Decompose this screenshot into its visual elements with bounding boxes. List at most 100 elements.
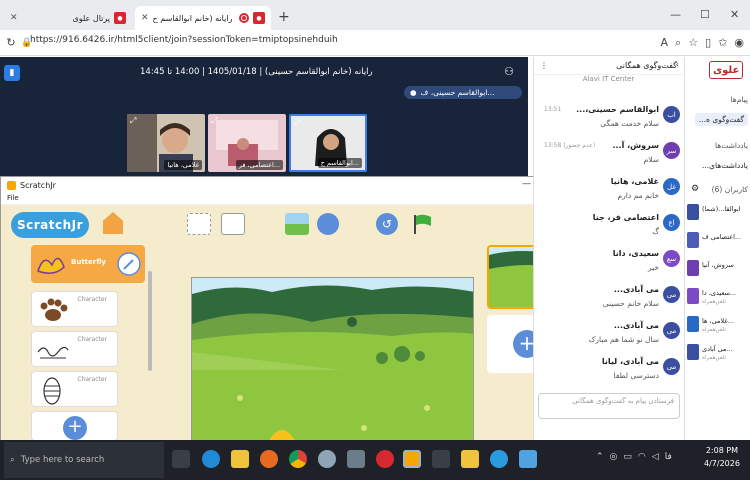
expand-icon[interactable]: ⤢ xyxy=(130,116,136,126)
message-text: سال نو شما هم مبارک xyxy=(588,335,659,344)
cocoon-icon xyxy=(43,377,61,405)
read-aloud-icon[interactable]: A xyxy=(661,36,669,50)
refresh-icon[interactable]: ↻ xyxy=(4,36,18,49)
tab-meeting[interactable]: ✕ علوی - رایانه (خانم ابوالقاسم ح... ● xyxy=(135,6,271,30)
tab-portal[interactable]: ✕ پرتال علوی ● xyxy=(4,6,132,30)
tab-title: پرتال علوی xyxy=(72,13,110,23)
camera-icon[interactable] xyxy=(432,450,450,468)
add-text-icon[interactable] xyxy=(317,213,339,235)
user-item[interactable]: اعتصامی ف... xyxy=(685,231,750,257)
app-icon[interactable] xyxy=(347,450,365,468)
presentation-mode-icon[interactable] xyxy=(221,213,245,235)
sender-name: می آبادی، لیانا xyxy=(601,357,659,366)
sender-name: سروش، آ... xyxy=(612,141,659,150)
user-item[interactable]: سروش، آنیا xyxy=(685,259,750,285)
more-options-icon[interactable]: ⋮ xyxy=(540,61,548,70)
favorite-icon[interactable]: ☆ xyxy=(688,36,698,50)
language-indicator[interactable]: فا xyxy=(665,452,672,462)
webcam-tile-active[interactable]: ⤢ ابوالقاسم ح... xyxy=(289,114,367,172)
scratchjr-window: ScratchJr — ☐ ✕ File ScratchJr ↺ Butterf… xyxy=(0,176,592,441)
hide-chat-icon[interactable]: ‹ xyxy=(676,60,679,69)
sprite-character[interactable]: Character xyxy=(31,291,118,327)
sprite-character[interactable]: Character xyxy=(31,331,118,367)
stage-canvas[interactable] xyxy=(191,277,474,441)
chrome-icon[interactable] xyxy=(289,450,307,468)
message-text: سلام xyxy=(643,155,659,164)
app-icon[interactable] xyxy=(318,450,336,468)
split-screen-icon[interactable]: ▯ xyxy=(705,36,711,50)
task-view-icon[interactable] xyxy=(172,450,190,468)
new-tab-icon[interactable]: + xyxy=(278,9,290,25)
minimize-icon[interactable]: — xyxy=(670,8,681,21)
chat-message: غل غلامی، هانیا خانم مم دارم xyxy=(534,175,683,211)
sprite-name: Butterfly xyxy=(71,258,106,266)
message-time: 13:51 xyxy=(544,106,562,113)
user-item[interactable]: غلامی، ها... تلفن‌همراه xyxy=(685,315,750,341)
maximize-icon[interactable]: ☐ xyxy=(700,8,710,21)
chevron-up-icon[interactable]: ⌃ xyxy=(596,452,604,462)
profile-icon[interactable]: ◉ xyxy=(734,36,744,50)
favorites-icon[interactable]: ✩ xyxy=(718,36,727,50)
public-chat-item[interactable]: گفت‌وگوی ه... xyxy=(694,113,748,126)
grid-toggle-icon[interactable] xyxy=(187,213,211,235)
add-sprite-icon[interactable]: + xyxy=(63,416,87,440)
webcam-tile[interactable]: ⤢ غلامی، هانیا xyxy=(127,114,205,172)
webcam-tile[interactable]: ⤢ اعتصامی، فر... xyxy=(208,114,286,172)
app-icon[interactable] xyxy=(519,450,537,468)
shared-notes-item[interactable]: یادداشت‌های... xyxy=(702,161,748,170)
meeting-title: رایانه (خانم ابوالقاسم حسینی) | 1405/01/… xyxy=(140,67,373,77)
clock-date: 4/7/2026 xyxy=(704,459,740,468)
url-field[interactable]: https://916.6426.ir/html5client/join?ses… xyxy=(30,35,338,45)
close-tab-icon[interactable]: ✕ xyxy=(141,13,149,23)
user-item[interactable]: می آبادی... تلفن‌همراه xyxy=(685,343,750,369)
home-icon[interactable] xyxy=(103,212,123,234)
avatar xyxy=(687,232,699,248)
farm-background xyxy=(192,278,473,440)
app-icon[interactable] xyxy=(490,450,508,468)
paint-editor-icon[interactable] xyxy=(117,252,141,276)
menu-file[interactable]: File xyxy=(7,194,19,202)
user-device: تلفن‌همراه xyxy=(702,355,726,361)
firefox-icon[interactable] xyxy=(260,450,278,468)
clock[interactable]: 2:08 PM 4/7/2026 xyxy=(704,444,740,470)
help-icon[interactable]: ◎ xyxy=(610,452,618,462)
record-app-icon[interactable] xyxy=(376,450,394,468)
file-explorer-icon[interactable] xyxy=(231,450,249,468)
volume-icon[interactable]: ◁ xyxy=(652,452,659,462)
zoom-icon[interactable]: ⌕ xyxy=(675,36,681,50)
avatar: سر xyxy=(663,142,680,159)
expand-icon[interactable]: ⤢ xyxy=(211,116,217,126)
user-list-panel: علوی پیام‌ها گفت‌وگوی ه... یادداشت‌ها یا… xyxy=(684,57,750,440)
reset-icon[interactable]: ↺ xyxy=(376,213,398,235)
avatar: می xyxy=(663,358,680,375)
sender-name: می آبادی... xyxy=(613,321,659,330)
change-background-icon[interactable] xyxy=(285,213,309,235)
sprite-butterfly[interactable]: Butterfly xyxy=(31,245,145,283)
user-item[interactable]: سعیدی، دا... تلفن‌همراه xyxy=(685,287,750,313)
gear-icon[interactable]: ⚙ xyxy=(691,184,699,194)
folder-icon[interactable] xyxy=(461,450,479,468)
sprite-list-scrollbar[interactable] xyxy=(148,271,152,371)
sprite-character[interactable]: Character xyxy=(31,371,118,407)
minimize-icon[interactable]: — xyxy=(522,179,531,189)
green-flag-icon[interactable] xyxy=(411,213,435,235)
edge-icon[interactable] xyxy=(202,450,220,468)
webcam-label: ابوالقاسم ح... xyxy=(317,158,362,168)
avatar xyxy=(687,204,699,220)
taskbar-search[interactable]: ⌕ Type here to search xyxy=(4,442,164,478)
bars-icon[interactable]: ▮ xyxy=(4,65,20,81)
scratchjr-taskbar-icon[interactable] xyxy=(403,450,421,468)
talking-indicator[interactable]: ● ابوالقاسم حسینی، ف... xyxy=(404,86,522,99)
users-count-label: کاربران (6) xyxy=(711,185,748,194)
browser-tabbar: ✕ پرتال علوی ● ✕ علوی - رایانه (خانم ابو… xyxy=(0,0,750,30)
battery-icon[interactable]: ▭ xyxy=(623,452,632,462)
user-item[interactable]: ابوالقا...(شما) xyxy=(685,203,750,229)
chat-message-input[interactable]: فرستادن پیام به گفت‌وگوی همگانی xyxy=(538,393,680,419)
close-tab-icon[interactable]: ✕ xyxy=(10,13,18,23)
wifi-icon[interactable]: ◠ xyxy=(638,452,646,462)
expand-icon[interactable]: ⤢ xyxy=(294,118,300,128)
system-tray: ⌃ ◎ ▭ ◠ ◁ فا xyxy=(596,452,672,462)
add-sprite-tile[interactable]: + xyxy=(31,411,118,441)
close-window-icon[interactable]: ✕ xyxy=(730,8,739,21)
user-list-icon[interactable]: ⚇ xyxy=(504,65,514,78)
